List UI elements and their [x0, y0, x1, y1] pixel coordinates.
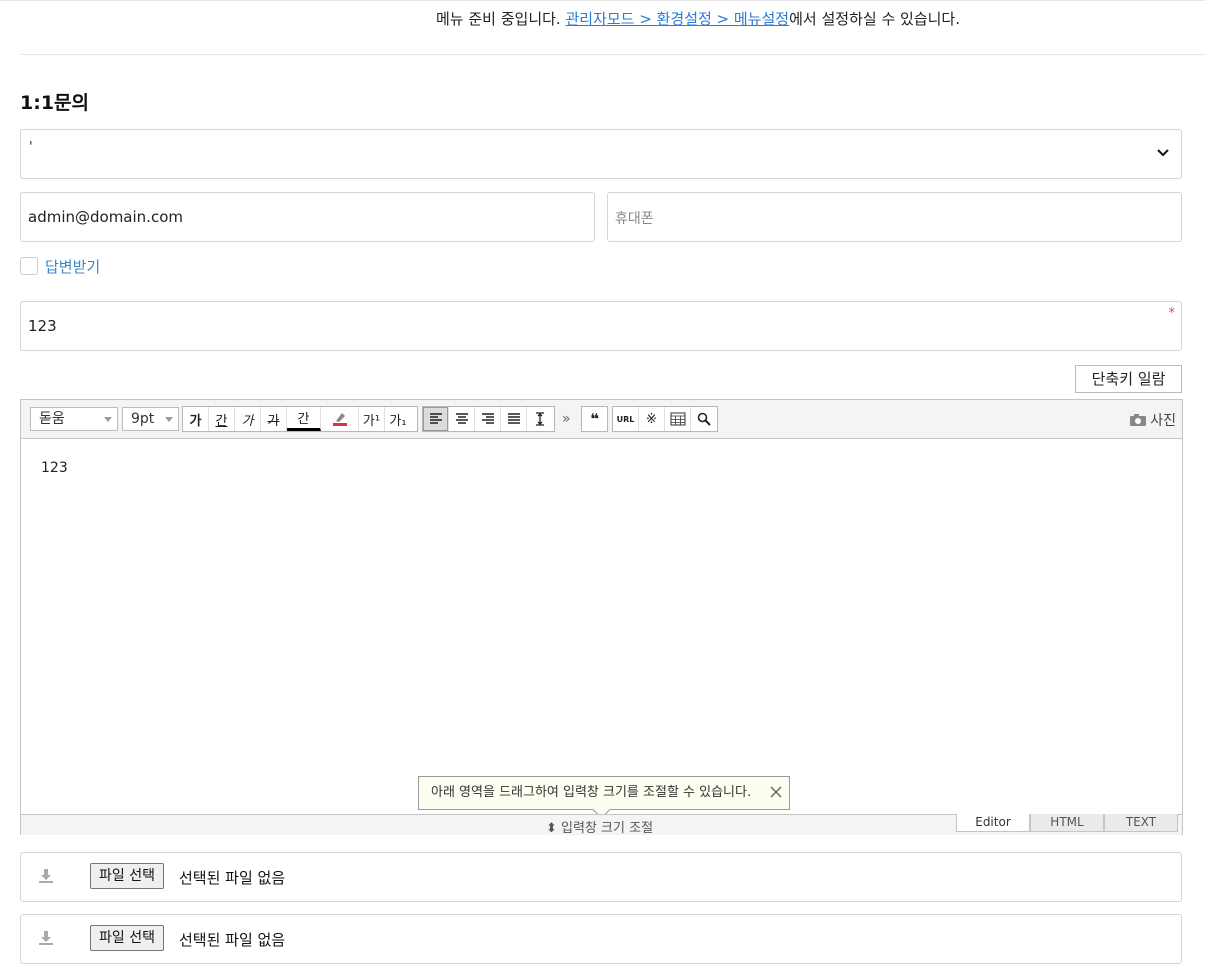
special-char-button[interactable]: ※: [639, 407, 665, 431]
download-icon: [39, 869, 53, 883]
superscript-button[interactable]: 가¹: [359, 407, 385, 431]
receive-reply-label[interactable]: 답변받기: [45, 256, 100, 277]
menu-settings-link[interactable]: 관리자모드 > 환경설정 > 메뉴설정: [565, 10, 789, 28]
subject-value: 123: [28, 317, 57, 335]
section-divider: [20, 54, 1205, 55]
resize-arrows-icon: ⬍: [546, 821, 557, 836]
subscript-button[interactable]: 가₁: [385, 407, 411, 431]
table-button[interactable]: [665, 407, 691, 431]
dropdown-arrow-icon: [104, 417, 112, 422]
url-button[interactable]: URL: [613, 407, 639, 431]
category-value: ': [29, 140, 33, 155]
email-value: admin@domain.com: [28, 208, 183, 226]
download-icon: [39, 931, 53, 945]
menu-notice: 메뉴 준비 중입니다. 관리자모드 > 환경설정 > 메뉴설정에서 설정하실 수…: [436, 8, 960, 29]
highlighter-icon: [332, 413, 347, 426]
top-divider: [0, 0, 1205, 1]
insert-group: URL ※: [612, 406, 718, 432]
editor-content[interactable]: 123: [41, 460, 68, 476]
font-family-select[interactable]: 돋움: [30, 407, 118, 431]
underline-button[interactable]: 간: [209, 407, 235, 431]
font-size-select[interactable]: 9pt: [122, 407, 179, 431]
tab-text[interactable]: TEXT: [1104, 814, 1178, 832]
editor-toolbar: 돋움 9pt 가 간 가 가 간 가¹ 가₁ » ❝ URL ※ 사진: [21, 400, 1182, 439]
category-select[interactable]: ': [20, 129, 1182, 179]
align-center-button[interactable]: [449, 407, 475, 431]
file-upload-row: 파일 선택 선택된 파일 없음: [20, 914, 1182, 964]
close-icon[interactable]: [769, 785, 783, 799]
tooltip-text: 아래 영역을 드래그하여 입력창 크기를 조절할 수 있습니다.: [431, 785, 752, 800]
line-height-button[interactable]: [527, 407, 553, 431]
phone-field[interactable]: 휴대폰: [607, 192, 1182, 242]
find-button[interactable]: [691, 407, 717, 431]
font-color-button[interactable]: 간: [287, 407, 321, 431]
strikethrough-button[interactable]: 가: [261, 407, 287, 431]
alignment-group: [422, 406, 555, 432]
search-icon: [697, 412, 711, 426]
photo-label: 사진: [1150, 413, 1176, 429]
photo-button[interactable]: 사진: [1129, 410, 1176, 430]
page-title: 1:1문의: [20, 92, 89, 114]
phone-placeholder: 휴대폰: [615, 211, 654, 227]
required-mark: *: [1168, 306, 1176, 321]
align-left-icon: [429, 413, 442, 424]
file-select-button[interactable]: 파일 선택: [90, 925, 164, 951]
camera-icon: [1130, 414, 1147, 426]
resize-text: 입력창 크기 조절: [561, 821, 654, 836]
align-justify-button[interactable]: [501, 407, 527, 431]
file-status: 선택된 파일 없음: [179, 869, 286, 887]
email-field[interactable]: admin@domain.com: [20, 192, 595, 242]
chevron-down-icon: [1157, 149, 1169, 157]
resize-tooltip: 아래 영역을 드래그하여 입력창 크기를 조절할 수 있습니다.: [418, 776, 790, 819]
tab-editor[interactable]: Editor: [956, 814, 1030, 832]
quote-group: ❝: [581, 406, 608, 432]
notice-suffix: 에서 설정하실 수 있습니다.: [789, 10, 960, 28]
receive-reply-checkbox[interactable]: [20, 257, 38, 275]
shortcut-list-button[interactable]: 단축키 일람: [1075, 365, 1182, 393]
align-right-button[interactable]: [475, 407, 501, 431]
rich-text-editor: 돋움 9pt 가 간 가 가 간 가¹ 가₁ » ❝ URL ※ 사진 123 …: [20, 399, 1183, 836]
subject-field[interactable]: 123 *: [20, 301, 1182, 351]
dropdown-arrow-icon: [165, 417, 173, 422]
highlight-button[interactable]: [321, 407, 359, 431]
table-icon: [670, 412, 685, 426]
font-size-value: 9pt: [131, 411, 155, 427]
notice-prefix: 메뉴 준비 중입니다.: [436, 10, 566, 28]
resize-label: ⬍ 입력창 크기 조절: [546, 817, 653, 836]
resize-handle[interactable]: ⬍ 입력창 크기 조절 Editor HTML TEXT: [21, 814, 1182, 836]
align-justify-icon: [507, 413, 520, 424]
more-tools-button[interactable]: »: [562, 411, 571, 427]
quote-button[interactable]: ❝: [582, 407, 607, 431]
align-center-icon: [455, 413, 468, 424]
file-upload-row: 파일 선택 선택된 파일 없음: [20, 852, 1182, 902]
font-family-value: 돋움: [39, 411, 65, 427]
italic-button[interactable]: 가: [235, 407, 261, 431]
tab-html[interactable]: HTML: [1030, 814, 1104, 832]
align-right-icon: [481, 413, 494, 424]
editor-mode-tabs: Editor HTML TEXT: [956, 814, 1178, 832]
align-left-button[interactable]: [423, 407, 449, 431]
text-format-group: 가 간 가 가 간 가¹ 가₁: [182, 406, 418, 432]
file-select-button[interactable]: 파일 선택: [90, 863, 164, 889]
bold-button[interactable]: 가: [183, 407, 209, 431]
line-height-icon: [536, 412, 544, 426]
